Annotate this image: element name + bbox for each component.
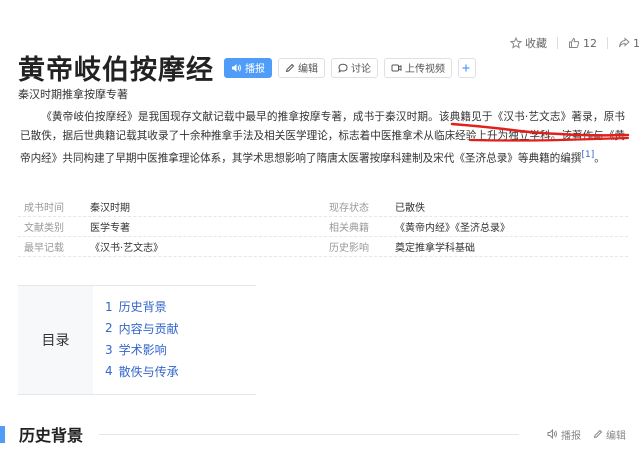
toc-item-number: 2 <box>105 321 113 336</box>
pencil-icon <box>285 63 298 73</box>
divider <box>607 37 608 49</box>
toc-item-label: 学术影响 <box>118 343 167 358</box>
upload-video-label: 上传视频 <box>405 64 445 75</box>
toc-item[interactable]: 3 学术影响 <box>105 339 179 361</box>
toc-item-label: 散佚与传承 <box>118 364 179 379</box>
section-header: 历史背景 播报 编辑 <box>0 424 640 445</box>
info-value: 《黄帝内经》《圣济总录》 <box>395 223 510 234</box>
info-value: 已散佚 <box>395 203 425 214</box>
favorite-label: 收藏 <box>525 37 547 50</box>
star-icon <box>510 37 522 49</box>
edit-label: 编辑 <box>298 64 318 75</box>
speaker-icon <box>547 429 561 439</box>
toc-item[interactable]: 2 内容与贡献 <box>105 318 179 340</box>
edit-button[interactable]: 编辑 <box>278 57 325 78</box>
info-label: 历史影响 <box>329 243 369 254</box>
thumb-up-icon <box>568 37 580 49</box>
toc-item-number: 4 <box>105 364 113 379</box>
info-value: 奠定推拿学科基础 <box>395 243 475 254</box>
section-report-button[interactable]: 播报 <box>547 427 581 442</box>
info-value: 医学专著 <box>90 223 130 234</box>
info-label: 最早记载 <box>24 243 64 254</box>
toc-item[interactable]: 1 历史背景 <box>105 296 179 318</box>
citation-link[interactable]: [1] <box>581 150 594 160</box>
toc-item-number: 1 <box>105 299 113 314</box>
title-row: 黄帝岐伯按摩经 播报 编辑 讨论 上传视频 <box>18 48 476 87</box>
info-label: 相关典籍 <box>329 223 369 234</box>
discuss-button[interactable]: 讨论 <box>331 57 378 78</box>
like-count: 12 <box>583 36 597 50</box>
discuss-label: 讨论 <box>351 64 371 75</box>
video-icon <box>391 63 405 73</box>
section-divider <box>99 433 519 435</box>
toc-label: 目录 <box>18 286 93 394</box>
info-row: 文献类别 医学专著 相关典籍 《黄帝内经》《圣济总录》 <box>18 217 628 237</box>
divider <box>557 37 558 49</box>
article-toolbar: 收藏 12 1 <box>510 35 640 51</box>
page-subtitle: 秦汉时期推拿按摩专著 <box>18 88 128 101</box>
favorite-button[interactable]: 收藏 <box>510 35 547 51</box>
like-button[interactable]: 12 <box>568 37 597 50</box>
info-value: 秦汉时期 <box>90 203 130 214</box>
upload-video-button[interactable]: 上传视频 <box>384 57 452 78</box>
report-button[interactable]: 播报 <box>224 57 272 78</box>
share-icon <box>618 37 630 49</box>
toc-item[interactable]: 4 散佚与传承 <box>105 361 179 383</box>
info-label: 现存状态 <box>329 203 369 214</box>
table-of-contents: 目录 1 历史背景 2 内容与贡献 3 学术影响 4 散佚与传承 <box>18 285 256 395</box>
info-value: 《汉书·艺文志》 <box>90 243 164 254</box>
info-label: 文献类别 <box>24 223 64 234</box>
summary-end: 。 <box>594 152 605 165</box>
pencil-icon <box>593 429 606 439</box>
info-row: 最早记载 《汉书·艺文志》 历史影响 奠定推拿学科基础 <box>18 237 628 257</box>
summary-paragraph: 《黄帝岐伯按摩经》是我国现存文献记载中最早的推拿按摩专著，成书于秦汉时期。该典籍… <box>20 108 625 169</box>
info-row: 成书时间 秦汉时期 现存状态 已散佚 <box>18 197 628 217</box>
share-button[interactable]: 1 <box>618 37 640 50</box>
section-edit-button[interactable]: 编辑 <box>593 427 626 442</box>
section-edit-label: 编辑 <box>606 430 626 442</box>
page-title: 黄帝岐伯按摩经 <box>18 55 214 86</box>
info-table: 成书时间 秦汉时期 现存状态 已散佚 文献类别 医学专著 相关典籍 《黄帝内经》《圣济总… <box>18 197 628 257</box>
toc-item-label: 历史背景 <box>118 300 167 315</box>
section-actions: 播报 编辑 <box>535 427 626 442</box>
chat-icon <box>338 63 351 73</box>
section-title: 历史背景 <box>19 426 84 445</box>
info-label: 成书时间 <box>24 203 64 214</box>
add-button[interactable] <box>458 57 476 78</box>
speaker-icon <box>231 63 245 73</box>
toc-item-label: 内容与贡献 <box>118 321 179 336</box>
section-report-label: 播报 <box>561 430 581 442</box>
plus-icon <box>461 63 474 73</box>
share-count: 1 <box>633 36 640 50</box>
report-label: 播报 <box>245 64 265 75</box>
toc-list: 1 历史背景 2 内容与贡献 3 学术影响 4 散佚与传承 <box>93 286 179 394</box>
summary-text: 《黄帝岐伯按摩经》是我国现存文献记载中最早的推拿按摩专著，成书于秦汉时期。该典籍… <box>20 111 625 165</box>
section-accent-bar <box>0 425 5 443</box>
toc-item-number: 3 <box>105 342 113 357</box>
